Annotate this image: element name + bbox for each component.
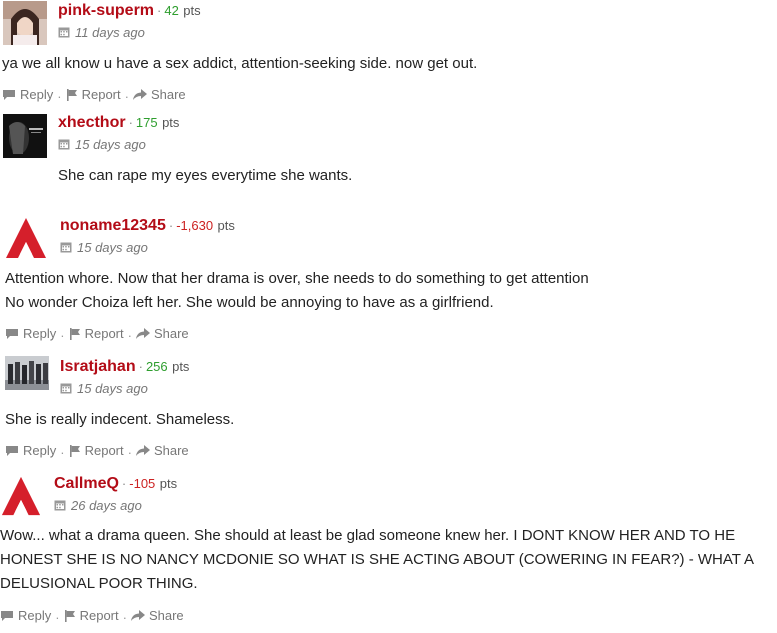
- points-value: -1,630: [176, 218, 214, 233]
- points-value: 42: [164, 3, 179, 18]
- user-avatar[interactable]: [3, 114, 47, 158]
- comment-line: ya we all know u have a sex addict, atte…: [2, 55, 478, 72]
- username-link[interactable]: pink-superm: [58, 2, 154, 19]
- calendar-icon: [60, 241, 72, 256]
- comment-line: Wow... what a drama queen. She should at…: [0, 527, 736, 544]
- points-unit: pts: [183, 3, 201, 18]
- report-button[interactable]: Report: [64, 608, 119, 623]
- default-avatar[interactable]: [0, 475, 42, 517]
- calendar-icon: [58, 26, 70, 41]
- points-unit: pts: [217, 218, 235, 233]
- report-label: Report: [84, 443, 124, 458]
- points-value: 175: [135, 115, 158, 130]
- share-button[interactable]: Share: [135, 443, 189, 458]
- report-label: Report: [79, 608, 119, 623]
- share-label: Share: [153, 443, 189, 458]
- reply-button[interactable]: Reply: [5, 326, 56, 341]
- points-unit: pts: [159, 476, 178, 491]
- comment-text: Wow... what a drama queen. She should at…: [0, 524, 777, 596]
- comment-line: She is really indecent. Shameless.: [5, 411, 235, 428]
- share-label: Share: [150, 87, 186, 102]
- comment-line: She can rape my eyes everytime she wants…: [58, 167, 353, 184]
- share-button[interactable]: Share: [135, 326, 189, 341]
- share-arrow-icon: [130, 609, 145, 621]
- date-text: 26 days ago: [71, 498, 142, 513]
- points-unit: pts: [172, 359, 190, 374]
- share-label: Share: [148, 608, 184, 623]
- speech-bubble-icon: [6, 328, 18, 339]
- date-text: 15 days ago: [77, 381, 148, 396]
- reply-button[interactable]: Reply: [2, 87, 53, 102]
- user-avatar[interactable]: [3, 1, 47, 45]
- comment-date: 15 days ago: [60, 381, 148, 397]
- comment-actions: Reply · Report · Share: [2, 87, 186, 104]
- red-a-logo-icon: [0, 475, 42, 517]
- reply-label: Reply: [18, 608, 52, 623]
- share-arrow-icon: [132, 88, 147, 100]
- speech-bubble-icon: [3, 89, 15, 100]
- comment-text: ya we all know u have a sex addict, atte…: [2, 52, 477, 76]
- points-value: -105: [129, 476, 156, 491]
- comment-line: DELUSIONAL POOR THING.: [0, 575, 198, 592]
- flag-icon: [69, 444, 80, 457]
- report-label: Report: [81, 87, 121, 102]
- comment-date: 11 days ago: [58, 25, 145, 41]
- comment-text: She can rape my eyes everytime she wants…: [58, 164, 352, 188]
- reply-button[interactable]: Reply: [0, 608, 51, 623]
- comment-actions: Reply · Report · Share: [0, 608, 184, 625]
- share-button[interactable]: Share: [130, 608, 184, 623]
- user-avatar[interactable]: [5, 356, 49, 390]
- flag-icon: [64, 609, 75, 622]
- username-line: Isratjahan · 256 pts: [60, 358, 190, 375]
- username-link[interactable]: Isratjahan: [60, 358, 136, 375]
- comment-date: 15 days ago: [58, 137, 146, 153]
- reply-button[interactable]: Reply: [5, 443, 56, 458]
- report-button[interactable]: Report: [69, 326, 124, 341]
- date-text: 11 days ago: [75, 25, 145, 40]
- comment-line: Attention whore. Now that her drama is o…: [5, 270, 589, 287]
- red-a-logo-icon: [4, 216, 48, 260]
- points-unit: pts: [162, 115, 180, 130]
- username-link[interactable]: xhecthor: [58, 114, 126, 131]
- reply-label: Reply: [23, 326, 57, 341]
- username-line: noname12345 · -1,630 pts: [60, 217, 235, 234]
- comment-actions: Reply · Report · Share: [5, 443, 189, 460]
- username-line: xhecthor · 175 pts: [58, 114, 180, 131]
- comment-line: No wonder Choiza left her. She would be …: [5, 294, 494, 311]
- report-label: Report: [84, 326, 124, 341]
- calendar-icon: [58, 138, 70, 153]
- username-link[interactable]: noname12345: [60, 217, 166, 234]
- share-label: Share: [153, 326, 189, 341]
- default-avatar[interactable]: [4, 216, 48, 260]
- comment-text: Attention whore. Now that her drama is o…: [5, 267, 589, 315]
- comment-date: 26 days ago: [54, 498, 142, 514]
- comment-actions: Reply · Report · Share: [5, 326, 189, 343]
- points-value: 256: [145, 359, 168, 374]
- speech-bubble-icon: [6, 445, 18, 456]
- calendar-icon: [54, 499, 66, 514]
- comment-text: She is really indecent. Shameless.: [5, 408, 234, 432]
- report-button[interactable]: Report: [66, 87, 121, 102]
- share-arrow-icon: [135, 327, 150, 339]
- comment-line: HONEST SHE IS NO NANCY MCDONIE SO WHAT I…: [0, 551, 754, 568]
- reply-label: Reply: [20, 87, 54, 102]
- share-button[interactable]: Share: [132, 87, 186, 102]
- date-text: 15 days ago: [77, 240, 148, 255]
- flag-icon: [69, 327, 80, 340]
- calendar-icon: [60, 382, 72, 397]
- share-arrow-icon: [135, 444, 150, 456]
- reply-label: Reply: [23, 443, 57, 458]
- username-link[interactable]: CallmeQ: [54, 475, 119, 492]
- username-line: CallmeQ · -105 pts: [54, 475, 178, 492]
- date-text: 15 days ago: [75, 137, 146, 152]
- username-line: pink-superm · 42 pts: [58, 2, 201, 19]
- comment-date: 15 days ago: [60, 240, 148, 256]
- flag-icon: [66, 88, 77, 101]
- report-button[interactable]: Report: [69, 443, 124, 458]
- speech-bubble-icon: [1, 610, 13, 621]
